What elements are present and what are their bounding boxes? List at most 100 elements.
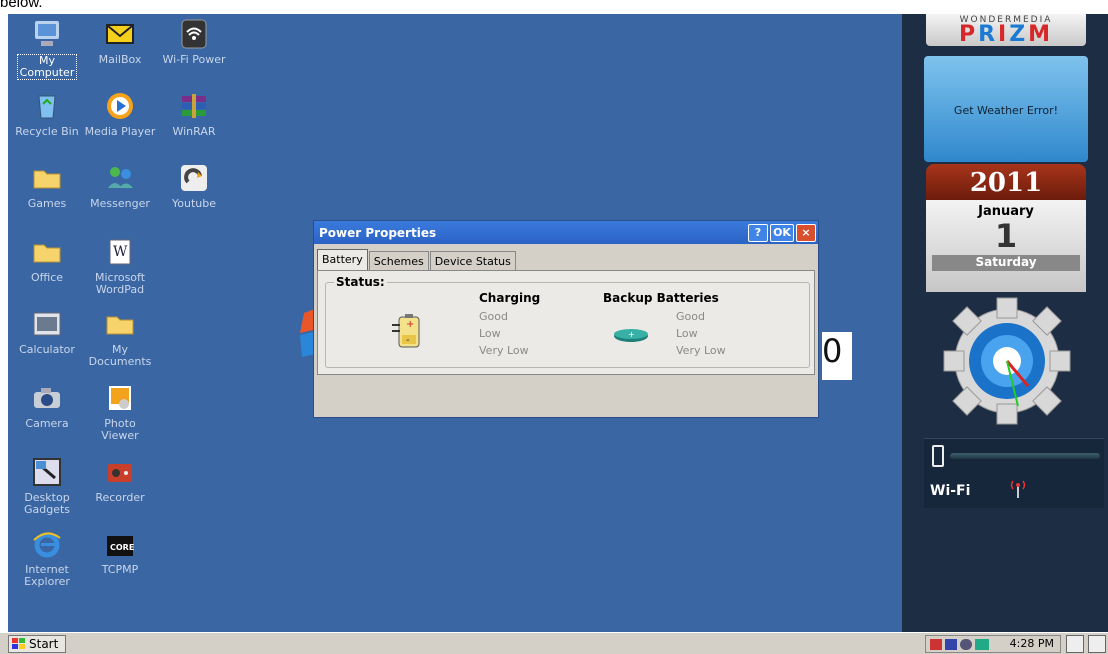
page-caption: below. [0,0,43,11]
desktop-toggle-icon[interactable] [1066,635,1084,653]
computer-icon [31,18,63,50]
tray-settings-icon[interactable] [960,639,972,650]
internet-explorer-icon [31,528,63,560]
desktop-icon-photo-viewer[interactable]: Photo Viewer [81,382,159,442]
desktop-icon-media-player[interactable]: Media Player [81,90,159,138]
desktop-icon-my-computer[interactable]: My Computer [8,18,86,80]
taskbar: Start 4:28 PM [0,632,1108,654]
desktop-icon-wordpad[interactable]: W Microsoft WordPad [81,236,159,296]
archive-icon [178,90,210,122]
brand-letter-m: M [1028,22,1054,47]
desktop-icon-label: Recorder [95,491,145,504]
youtube-icon [178,162,210,194]
desktop-icon-calculator[interactable]: Calculator [8,308,86,356]
desktop-icon-winrar[interactable]: WinRAR [155,90,233,138]
desktop-icon-label: Desktop Gadgets [23,491,71,516]
calendar-page: January 1 Saturday [926,200,1086,292]
weather-gadget[interactable]: Get Weather Error! [924,56,1088,162]
recycle-bin-icon [31,90,63,122]
tcpmp-icon: CORE [104,528,136,560]
tab-strip: Battery Schemes Device Status [317,249,517,271]
desktop-icon-label: Messenger [90,197,150,210]
folder-icon [104,308,136,340]
ok-button[interactable]: OK [770,223,794,242]
desktop-icon-label: MailBox [98,53,142,66]
svg-text:+: + [406,319,414,330]
top-strip: below. [0,0,1108,14]
gear-clock-icon[interactable] [942,296,1072,426]
desktop-icon-label: Office [30,271,64,284]
calendar-day: 1 [994,217,1018,255]
desktop-icon-label: TCPMP [101,563,139,576]
desktop-icon-label: Calculator [19,343,75,356]
tray-clock[interactable]: 4:28 PM [1010,636,1054,652]
camera-icon [31,382,63,414]
charging-level-very-low: Very Low [479,344,529,357]
start-button[interactable]: Start [8,635,66,653]
desktop-icon-office[interactable]: Office [8,236,86,284]
start-flag-icon [12,638,26,650]
recorder-icon [104,456,136,488]
desktop-icon-label: My Documents [88,343,152,368]
calendar-year: 2011 [926,164,1086,200]
desktop-icon-label: Wi-Fi Power [162,53,226,66]
desktop-icon-camera[interactable]: Camera [8,382,86,430]
wifi-antenna-icon[interactable] [1008,479,1028,499]
svg-text:+: + [628,330,635,339]
desktop-icon-label: Internet Explorer [24,563,70,588]
desktop-icon-youtube[interactable]: Youtube [155,162,233,210]
battery-wifi-gadget: Wi-Fi [924,438,1104,508]
status-group: Status: + - Charging Good Low Very Low +… [325,275,810,368]
desktop-icon-wifi-power[interactable]: Wi-Fi Power [155,18,233,66]
help-button[interactable]: ? [748,223,768,242]
desktop-icon-label: Microsoft WordPad [94,271,146,296]
charging-level-low: Low [479,327,501,340]
mail-icon [104,18,136,50]
desktop-icon-recycle-bin[interactable]: Recycle Bin [8,90,86,138]
background-digit: 0 [822,332,852,380]
tab-device-status[interactable]: Device Status [429,251,516,271]
desktop-icon-games[interactable]: Games [8,162,86,210]
desktop-icon-desktop-gadgets[interactable]: Desktop Gadgets [8,456,86,516]
tray-volume-icon[interactable] [945,639,957,650]
folder-icon [31,162,63,194]
photo-viewer-icon [104,382,136,414]
battery-level-bar [950,453,1100,459]
brand-letter-r: R [978,22,999,47]
desktop-icon-label: Recycle Bin [15,125,79,138]
desktop-icon-recorder[interactable]: Recorder [81,456,159,504]
desktop-icon-label: Youtube [172,197,216,210]
desktop-icon-tcpmp[interactable]: CORE TCPMP [81,528,159,576]
gadgets-icon [31,456,63,488]
brand-letter-p: P [958,22,979,47]
power-properties-dialog: Power Properties ? OK × Battery Schemes … [313,220,819,418]
dialog-titlebar[interactable]: Power Properties ? OK × [314,221,818,244]
backup-level-low: Low [676,327,698,340]
brand-letter-z: Z [1009,22,1029,47]
desktop-icon-mailbox[interactable]: MailBox [81,18,159,66]
brand-logo: WONDERMEDIA PRIZM [926,14,1086,46]
svg-text:W: W [113,244,128,260]
weather-text: Get Weather Error! [953,104,1059,117]
desktop-icon-messenger[interactable]: Messenger [81,162,159,210]
backup-battery-icon: + [613,327,649,342]
wifi-label: Wi-Fi [930,483,971,499]
keyboard-icon[interactable] [1088,635,1106,653]
desktop-icon-label: My Computer [16,54,78,80]
desktop-icon-label: Games [27,197,67,210]
calculator-icon [31,308,63,340]
tray-battery-icon[interactable] [975,639,989,650]
tray-network-icon[interactable] [930,639,942,650]
desktop-icon-my-documents[interactable]: My Documents [81,308,159,368]
desktop-icon-internet-explorer[interactable]: Internet Explorer [8,528,86,588]
brand-letter-i: I [998,22,1010,47]
tab-schemes[interactable]: Schemes [368,251,429,271]
folder-icon [31,236,63,268]
calendar-gadget[interactable]: 2011 January 1 Saturday [926,164,1086,292]
tab-battery[interactable]: Battery [317,249,368,271]
backup-level-good: Good [676,310,705,323]
close-button[interactable]: × [796,223,816,242]
wordpad-icon: W [104,236,136,268]
backup-level-very-low: Very Low [676,344,726,357]
media-player-icon [104,90,136,122]
